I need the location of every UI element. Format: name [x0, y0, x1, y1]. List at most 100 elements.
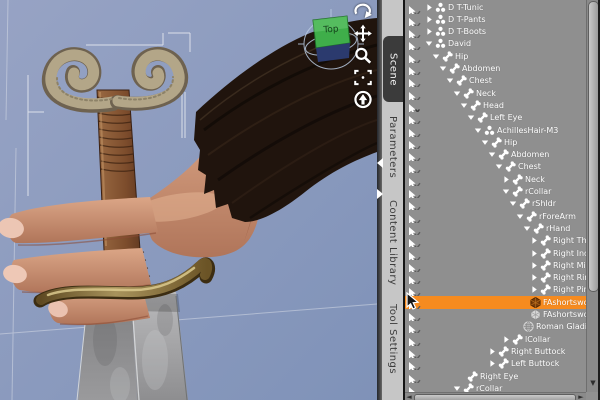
- pointer-check-icon[interactable]: [408, 88, 421, 100]
- pointer-check-icon[interactable]: [408, 112, 421, 125]
- pointer-check-icon[interactable]: [408, 346, 421, 358]
- zoom-icon[interactable]: [353, 46, 373, 65]
- pointer-check-icon[interactable]: [408, 383, 421, 392]
- dock-collapse-left-icon[interactable]: [376, 158, 384, 168]
- pointer-check-icon[interactable]: [408, 186, 421, 198]
- scene-tree-row[interactable]: Abdomen: [405, 148, 586, 162]
- expand-open-icon[interactable]: [453, 89, 461, 98]
- scene-tree-row[interactable]: Left Eye: [405, 111, 586, 125]
- pointer-check-icon[interactable]: [408, 125, 421, 137]
- expand-closed-icon[interactable]: [425, 27, 433, 36]
- pointer-check-icon[interactable]: [408, 223, 421, 235]
- scene-tree-row[interactable]: Neck: [405, 173, 586, 186]
- pan-icon[interactable]: [353, 24, 373, 43]
- expand-closed-icon[interactable]: [502, 175, 510, 184]
- scene-tree-row[interactable]: rHand: [405, 222, 586, 235]
- scene-tree-row[interactable]: Roman Gladius uv: [405, 320, 586, 334]
- tab-parameters[interactable]: Parameters: [382, 104, 403, 190]
- pointer-check-icon[interactable]: [408, 26, 421, 39]
- tab-tool-settings[interactable]: Tool Settings: [382, 294, 403, 385]
- expand-open-icon[interactable]: [446, 76, 454, 85]
- pointer-check-icon[interactable]: [408, 198, 421, 211]
- pointer-check-icon[interactable]: [408, 2, 421, 14]
- scene-tree-row[interactable]: Neck: [405, 87, 586, 100]
- scene-tree-row[interactable]: rCollar: [405, 185, 586, 198]
- pointer-check-icon[interactable]: [408, 284, 421, 297]
- scene-tree-row[interactable]: rShldr: [405, 197, 586, 211]
- expand-closed-icon[interactable]: [425, 3, 433, 12]
- scene-tree-row[interactable]: Right Mid 1: [405, 259, 586, 272]
- expand-open-icon[interactable]: [425, 39, 433, 48]
- scene-tree-row[interactable]: FAshortsword: [405, 295, 586, 309]
- orbit-rotate-icon[interactable]: [353, 2, 373, 21]
- scene-tree-row[interactable]: Abdomen: [405, 62, 586, 75]
- expand-open-icon[interactable]: [502, 187, 510, 196]
- scene-tree-row[interactable]: Left Buttock: [405, 357, 586, 371]
- pointer-check-icon[interactable]: [408, 149, 421, 162]
- expand-open-icon[interactable]: [460, 101, 468, 110]
- pointer-check-icon[interactable]: [408, 75, 421, 88]
- expand-open-icon[interactable]: [495, 162, 503, 171]
- pointer-check-icon[interactable]: [408, 161, 421, 174]
- horizontal-scroll-thumb[interactable]: [414, 393, 576, 400]
- scene-tree-row[interactable]: Head: [405, 99, 586, 112]
- scene-tree-row[interactable]: Chest: [405, 160, 586, 174]
- scene-tree-row[interactable]: AchillesHair-M3: [405, 124, 586, 137]
- pointer-check-icon[interactable]: [408, 174, 421, 186]
- scene-tree-row[interactable]: Hip: [405, 50, 586, 63]
- scene-tree-row[interactable]: rCollar: [405, 382, 586, 392]
- scene-tree-row[interactable]: lCollar: [405, 333, 586, 346]
- pointer-check-icon[interactable]: [408, 248, 421, 260]
- pointer-check-icon[interactable]: [408, 321, 421, 334]
- expand-open-icon[interactable]: [481, 138, 489, 147]
- expand-open-icon[interactable]: [516, 212, 524, 221]
- expand-open-icon[interactable]: [488, 150, 496, 159]
- tab-scene[interactable]: Scene: [383, 36, 403, 102]
- expand-closed-icon[interactable]: [488, 359, 496, 368]
- viewport-3d[interactable]: Top: [0, 0, 377, 400]
- pointer-check-icon[interactable]: [408, 63, 421, 75]
- pointer-check-icon[interactable]: [408, 235, 421, 248]
- scene-tree-row[interactable]: Hip: [405, 136, 586, 149]
- scene-tree-row[interactable]: D T-Pants: [405, 13, 586, 26]
- scroll-left-icon[interactable]: ◄: [405, 392, 413, 400]
- pointer-check-icon[interactable]: [408, 137, 421, 149]
- scene-tree-row[interactable]: Right Eye: [405, 370, 586, 383]
- pointer-check-icon[interactable]: [408, 358, 421, 371]
- scene-tree-row[interactable]: Right Index 1: [405, 247, 586, 260]
- pointer-check-icon[interactable]: [408, 260, 421, 272]
- expand-closed-icon[interactable]: [530, 236, 538, 245]
- pointer-check-icon[interactable]: [408, 334, 421, 346]
- pointer-check-icon[interactable]: [408, 309, 421, 321]
- scene-tree-row[interactable]: Right Ring 1: [405, 271, 586, 285]
- scene-tree-row[interactable]: Right Buttock: [405, 345, 586, 358]
- pointer-check-icon[interactable]: [408, 14, 421, 26]
- expand-closed-icon[interactable]: [425, 15, 433, 24]
- tab-content-library[interactable]: Content Library: [382, 192, 403, 293]
- aim-camera-icon[interactable]: [353, 90, 373, 109]
- expand-open-icon[interactable]: [523, 224, 531, 233]
- scene-tree-row[interactable]: Right Pinky 1: [405, 283, 586, 297]
- pointer-check-icon[interactable]: [408, 38, 421, 51]
- pointer-check-icon[interactable]: [408, 297, 421, 309]
- pointer-check-icon[interactable]: [408, 51, 421, 63]
- expand-open-icon[interactable]: [439, 64, 447, 73]
- expand-open-icon[interactable]: [453, 384, 461, 392]
- dock-collapse-right-icon[interactable]: [376, 189, 384, 199]
- scene-tree-row[interactable]: D T-Tunic: [405, 1, 586, 14]
- expand-open-icon[interactable]: [432, 52, 440, 61]
- scene-tree-row[interactable]: Right Thumb 1: [405, 234, 586, 248]
- expand-open-icon[interactable]: [474, 126, 482, 135]
- pointer-check-icon[interactable]: [408, 211, 421, 223]
- pointer-x-icon[interactable]: [408, 100, 421, 112]
- scene-tree-row[interactable]: D T-Boots: [405, 25, 586, 39]
- scene-tree-row[interactable]: Chest: [405, 74, 586, 88]
- pointer-check-icon[interactable]: [408, 371, 421, 383]
- expand-closed-icon[interactable]: [530, 285, 538, 294]
- scene-tree-row[interactable]: FAshortswordS: [405, 308, 586, 321]
- expand-closed-icon[interactable]: [530, 261, 538, 270]
- horizontal-scrollbar[interactable]: ◄ ►: [405, 392, 586, 400]
- frame-icon[interactable]: [353, 68, 373, 87]
- scroll-right-icon[interactable]: ►: [577, 392, 585, 400]
- expand-closed-icon[interactable]: [502, 335, 510, 344]
